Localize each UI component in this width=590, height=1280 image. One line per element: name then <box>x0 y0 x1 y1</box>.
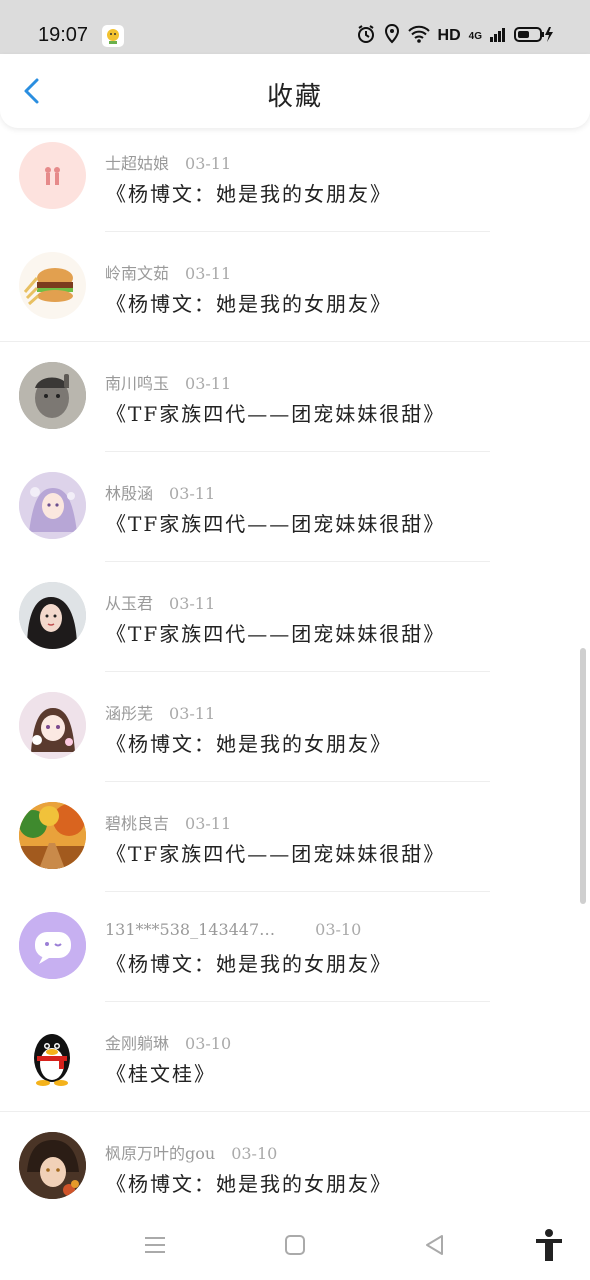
burger-avatar <box>19 252 86 319</box>
top-app-bar: 收藏 <box>0 54 590 128</box>
item-title: 《桂文桂》 <box>106 1062 216 1086</box>
alarm-icon <box>356 24 376 49</box>
item-date: 03-11 <box>185 814 232 833</box>
divider <box>105 561 490 562</box>
list-item[interactable]: 岭南文茹 03-11 《杨博文：她是我的女朋友》 <box>0 238 590 348</box>
scrollbar[interactable] <box>580 648 586 904</box>
item-title: 《杨博文：她是我的女朋友》 <box>106 1172 392 1196</box>
back-triangle-icon[interactable] <box>422 1232 448 1258</box>
item-author: 岭南文茹 <box>105 264 170 283</box>
divider <box>105 891 490 892</box>
item-date: 03-10 <box>185 1034 232 1053</box>
girl-photo-avatar <box>19 582 86 649</box>
item-author: 南川鸣玉 <box>105 374 170 393</box>
item-date: 03-11 <box>169 484 216 503</box>
divider <box>0 1111 590 1112</box>
list-item[interactable]: 金刚躺琳 03-10 《桂文桂》 <box>0 1008 590 1118</box>
item-date: 03-11 <box>185 154 232 173</box>
menu-icon[interactable] <box>142 1232 168 1258</box>
anime-boy-avatar <box>19 1132 86 1199</box>
system-nav-bar <box>0 1212 590 1280</box>
divider <box>105 1001 490 1002</box>
app-notification-icon <box>102 25 124 47</box>
signal-label: 4G <box>468 30 482 42</box>
item-title: 《TF家族四代——团宠妹妹很甜》 <box>106 402 446 426</box>
divider <box>0 341 590 342</box>
anime-girl-avatar <box>19 692 86 759</box>
item-author: 涵彤芜 <box>105 704 154 723</box>
list-item[interactable]: 林殷涵 03-11 《TF家族四代——团宠妹妹很甜》 <box>0 458 590 568</box>
item-date: 03-11 <box>169 704 216 723</box>
list-item[interactable]: 涵彤芜 03-11 《杨博文：她是我的女朋友》 <box>0 678 590 788</box>
item-author: 士超姑娘 <box>105 154 170 173</box>
item-author: 林殷涵 <box>105 484 154 503</box>
divider <box>105 231 490 232</box>
list-item[interactable]: 士超姑娘 03-11 《杨博文：她是我的女朋友》 <box>0 128 590 238</box>
wifi-icon <box>407 25 430 48</box>
accessibility-icon[interactable] <box>534 1228 564 1262</box>
list-item[interactable]: 131***538_143447… 03-10 《杨博文：她是我的女朋友》 <box>0 898 590 1008</box>
divider <box>105 451 490 452</box>
item-author: 枫原万叶的gou <box>105 1144 216 1163</box>
list-item[interactable]: 南川鸣玉 03-11 《TF家族四代——团宠妹妹很甜》 <box>0 348 590 458</box>
item-author: 金刚躺琳 <box>105 1034 170 1053</box>
item-date: 03-11 <box>185 264 232 283</box>
item-author: 131***538_143447… <box>105 920 276 939</box>
autumn-trees-avatar <box>19 802 86 869</box>
item-author: 碧桃良吉 <box>105 814 170 833</box>
item-date: 03-11 <box>185 374 232 393</box>
item-title: 《杨博文：她是我的女朋友》 <box>106 292 392 316</box>
penguin-avatar <box>19 1022 86 1089</box>
item-date: 03-10 <box>315 920 362 939</box>
location-icon <box>384 23 400 49</box>
anime-girl-avatar <box>19 472 86 539</box>
list-item[interactable]: 从玉君 03-11 《TF家族四代——团宠妹妹很甜》 <box>0 568 590 678</box>
chat-bubble-avatar <box>19 912 86 979</box>
divider <box>105 671 490 672</box>
item-title: 《杨博文：她是我的女朋友》 <box>106 952 392 976</box>
item-date: 03-10 <box>231 1144 278 1163</box>
status-bar: 19:07 HD 4G <box>0 0 590 54</box>
item-title: 《TF家族四代——团宠妹妹很甜》 <box>106 842 446 866</box>
item-title: 《杨博文：她是我的女朋友》 <box>106 182 392 206</box>
divider <box>105 781 490 782</box>
battery-icon <box>514 25 554 48</box>
network-hd-label: HD <box>437 27 461 44</box>
page-title: 收藏 <box>266 82 323 112</box>
item-title: 《TF家族四代——团宠妹妹很甜》 <box>106 512 446 536</box>
boy-photo-avatar <box>19 362 86 429</box>
couple-avatar <box>19 142 86 209</box>
item-date: 03-11 <box>169 594 216 613</box>
item-title: 《TF家族四代——团宠妹妹很甜》 <box>106 622 446 646</box>
item-author: 从玉君 <box>105 594 154 613</box>
list-item[interactable]: 碧桃良吉 03-11 《TF家族四代——团宠妹妹很甜》 <box>0 788 590 898</box>
item-title: 《杨博文：她是我的女朋友》 <box>106 732 392 756</box>
signal-icon <box>490 26 506 47</box>
home-square-icon[interactable] <box>282 1232 308 1258</box>
status-time: 19:07 <box>38 24 89 46</box>
